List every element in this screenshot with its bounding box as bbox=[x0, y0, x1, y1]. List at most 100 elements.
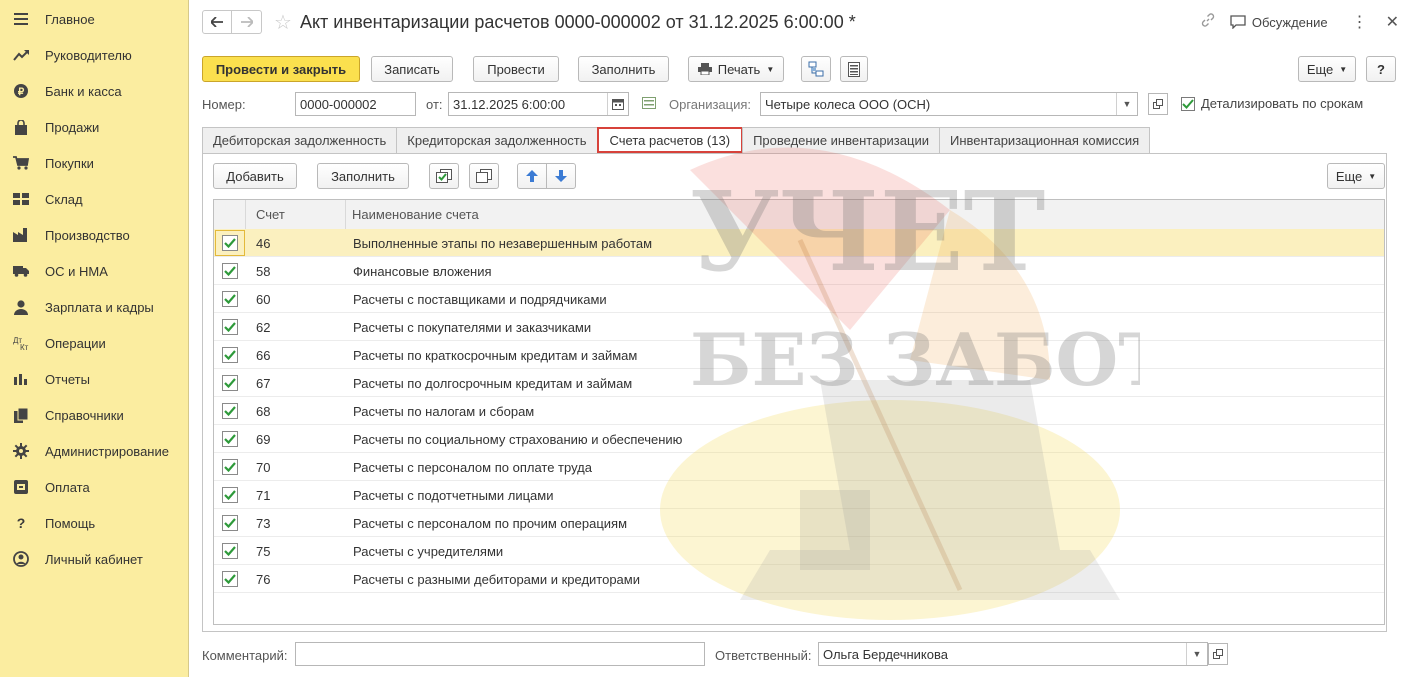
close-icon[interactable]: ✕ bbox=[1386, 12, 1399, 32]
checkbox[interactable] bbox=[1181, 96, 1195, 111]
calendar-icon[interactable] bbox=[607, 93, 628, 115]
sidebar-item-bank[interactable]: ₽ Банк и касса bbox=[0, 73, 189, 109]
row-checkbox[interactable] bbox=[222, 487, 238, 503]
column-header-account[interactable]: Счет bbox=[246, 200, 346, 229]
link-icon[interactable] bbox=[1200, 12, 1216, 32]
sidebar-item-salary[interactable]: Зарплата и кадры bbox=[0, 289, 189, 325]
tab-label: Счета расчетов (13) bbox=[609, 132, 731, 148]
save-button[interactable]: Записать bbox=[371, 56, 453, 82]
row-checkbox[interactable] bbox=[222, 571, 238, 587]
tab-label: Проведение инвентаризации bbox=[753, 133, 929, 148]
row-checkbox[interactable] bbox=[222, 235, 238, 251]
table-row[interactable]: 58 Финансовые вложения bbox=[214, 257, 1384, 285]
number-field[interactable]: 0000-000002 bbox=[295, 92, 416, 116]
sidebar-item-help[interactable]: ? Помощь bbox=[0, 505, 189, 541]
save-label: Записать bbox=[384, 61, 440, 77]
move-up-button[interactable] bbox=[517, 163, 547, 189]
table-row[interactable]: 60 Расчеты с поставщиками и подрядчиками bbox=[214, 285, 1384, 313]
sidebar-item-admin[interactable]: Администрирование bbox=[0, 433, 189, 469]
svg-text:₽: ₽ bbox=[18, 87, 25, 98]
sidebar-item-purchases[interactable]: Покупки bbox=[0, 145, 189, 181]
table-row[interactable]: 68 Расчеты по налогам и сборам bbox=[214, 397, 1384, 425]
select-all-button[interactable] bbox=[429, 163, 459, 189]
row-checkbox[interactable] bbox=[222, 347, 238, 363]
fill-button[interactable]: Заполнить bbox=[578, 56, 669, 82]
column-header-name[interactable]: Наименование счета bbox=[346, 200, 479, 229]
table-row[interactable]: 67 Расчеты по долгосрочным кредитам и зай… bbox=[214, 369, 1384, 397]
table-row[interactable]: 66 Расчеты по краткосрочным кредитам и за… bbox=[214, 341, 1384, 369]
responsible-field[interactable]: Ольга Бердечникова ▼ bbox=[818, 642, 1208, 666]
sidebar-item-reports[interactable]: Отчеты bbox=[0, 361, 189, 397]
tab-settlement-accounts[interactable]: Счета расчетов (13) bbox=[596, 127, 744, 153]
table-row[interactable]: 46 Выполненные этапы по незавершенным раб… bbox=[214, 229, 1384, 257]
tab-receivables[interactable]: Дебиторская задолженность bbox=[202, 127, 398, 153]
open-organization-button[interactable] bbox=[1148, 93, 1168, 115]
row-checkbox[interactable] bbox=[222, 291, 238, 307]
post-button[interactable]: Провести bbox=[473, 56, 559, 82]
more-button[interactable]: Еще ▼ bbox=[1298, 56, 1356, 82]
table-row[interactable]: 75 Расчеты с учредителями bbox=[214, 537, 1384, 565]
dropdown-chevron-icon[interactable]: ▼ bbox=[1116, 93, 1137, 115]
document-list-icon bbox=[848, 61, 860, 77]
open-responsible-button[interactable] bbox=[1208, 643, 1228, 665]
organization-field[interactable]: Четыре колеса ООО (ОСН) ▼ bbox=[760, 92, 1138, 116]
sidebar-item-sales[interactable]: Продажи bbox=[0, 109, 189, 145]
table-fill-button[interactable]: Заполнить bbox=[317, 163, 409, 189]
add-button[interactable]: Добавить bbox=[213, 163, 297, 189]
discussion-button[interactable]: Обсуждение bbox=[1230, 15, 1328, 30]
table-row[interactable]: 76 Расчеты с разными дебиторами и кредито… bbox=[214, 565, 1384, 593]
warehouse-icon bbox=[11, 192, 31, 206]
table-row[interactable]: 71 Расчеты с подотчетными лицами bbox=[214, 481, 1384, 509]
sidebar-item-production[interactable]: Производство bbox=[0, 217, 189, 253]
date-field[interactable]: 31.12.2025 6:00:00 bbox=[448, 92, 629, 116]
print-button[interactable]: Печать ▼ bbox=[688, 56, 784, 82]
post-label: Провести bbox=[487, 61, 545, 77]
uncheck-all-icon bbox=[476, 169, 492, 183]
bag-icon bbox=[11, 119, 31, 135]
table-row[interactable]: 62 Расчеты с покупателями и заказчиками bbox=[214, 313, 1384, 341]
sidebar-item-warehouse[interactable]: Склад bbox=[0, 181, 189, 217]
help-button[interactable]: ? bbox=[1366, 56, 1396, 82]
row-checkbox[interactable] bbox=[222, 319, 238, 335]
row-checkbox[interactable] bbox=[222, 375, 238, 391]
deselect-all-button[interactable] bbox=[469, 163, 499, 189]
sidebar-item-main[interactable]: Главное bbox=[0, 1, 189, 37]
more-vertical-icon[interactable]: ⋮ bbox=[1352, 12, 1368, 32]
table-header: Счет Наименование счета bbox=[214, 200, 1384, 230]
sidebar: Главное Руководителю ₽ Банк и касса Прод… bbox=[0, 0, 189, 677]
sidebar-item-assets[interactable]: ОС и НМА bbox=[0, 253, 189, 289]
row-checkbox[interactable] bbox=[222, 431, 238, 447]
dropdown-chevron-icon[interactable]: ▼ bbox=[1186, 643, 1207, 665]
row-checkbox[interactable] bbox=[222, 403, 238, 419]
sidebar-item-operations[interactable]: Дт Кт Операции bbox=[0, 325, 189, 361]
sidebar-item-payment[interactable]: Оплата bbox=[0, 469, 189, 505]
detail-by-terms-checkbox[interactable]: Детализировать по срокам bbox=[1181, 96, 1363, 111]
favorite-star-icon[interactable]: ☆ bbox=[274, 10, 292, 35]
post-and-close-button[interactable]: Провести и закрыть bbox=[202, 56, 360, 82]
tab-payables[interactable]: Кредиторская задолженность bbox=[396, 127, 598, 153]
table-more-button[interactable]: Еще ▼ bbox=[1327, 163, 1385, 189]
tab-commission[interactable]: Инвентаризационная комиссия bbox=[938, 127, 1151, 153]
structure-button[interactable] bbox=[801, 56, 831, 82]
postings-button[interactable] bbox=[840, 56, 868, 82]
move-down-button[interactable] bbox=[546, 163, 576, 189]
row-checkbox[interactable] bbox=[222, 459, 238, 475]
account-code-cell: 76 bbox=[256, 571, 271, 587]
forward-button[interactable] bbox=[232, 10, 262, 34]
comment-label: Комментарий: bbox=[202, 648, 288, 663]
back-button[interactable] bbox=[202, 10, 232, 34]
row-checkbox[interactable] bbox=[222, 263, 238, 279]
sidebar-item-catalogs[interactable]: Справочники bbox=[0, 397, 189, 433]
table-row[interactable]: 70 Расчеты с персоналом по оплате труда bbox=[214, 453, 1384, 481]
comment-field[interactable] bbox=[295, 642, 705, 666]
table-row[interactable]: 73 Расчеты с персоналом по прочим операци… bbox=[214, 509, 1384, 537]
account-code-cell: 46 bbox=[256, 235, 271, 251]
sidebar-item-account[interactable]: Личный кабинет bbox=[0, 541, 189, 577]
table-row[interactable]: 69 Расчеты по социальному страхованию и о… bbox=[214, 425, 1384, 453]
tab-inventory-conduct[interactable]: Проведение инвентаризации bbox=[742, 127, 940, 153]
row-checkbox[interactable] bbox=[222, 515, 238, 531]
sidebar-item-manager[interactable]: Руководителю bbox=[0, 37, 189, 73]
checkmark-icon bbox=[224, 294, 236, 304]
row-checkbox[interactable] bbox=[222, 543, 238, 559]
sidebar-item-label: Личный кабинет bbox=[45, 551, 143, 567]
